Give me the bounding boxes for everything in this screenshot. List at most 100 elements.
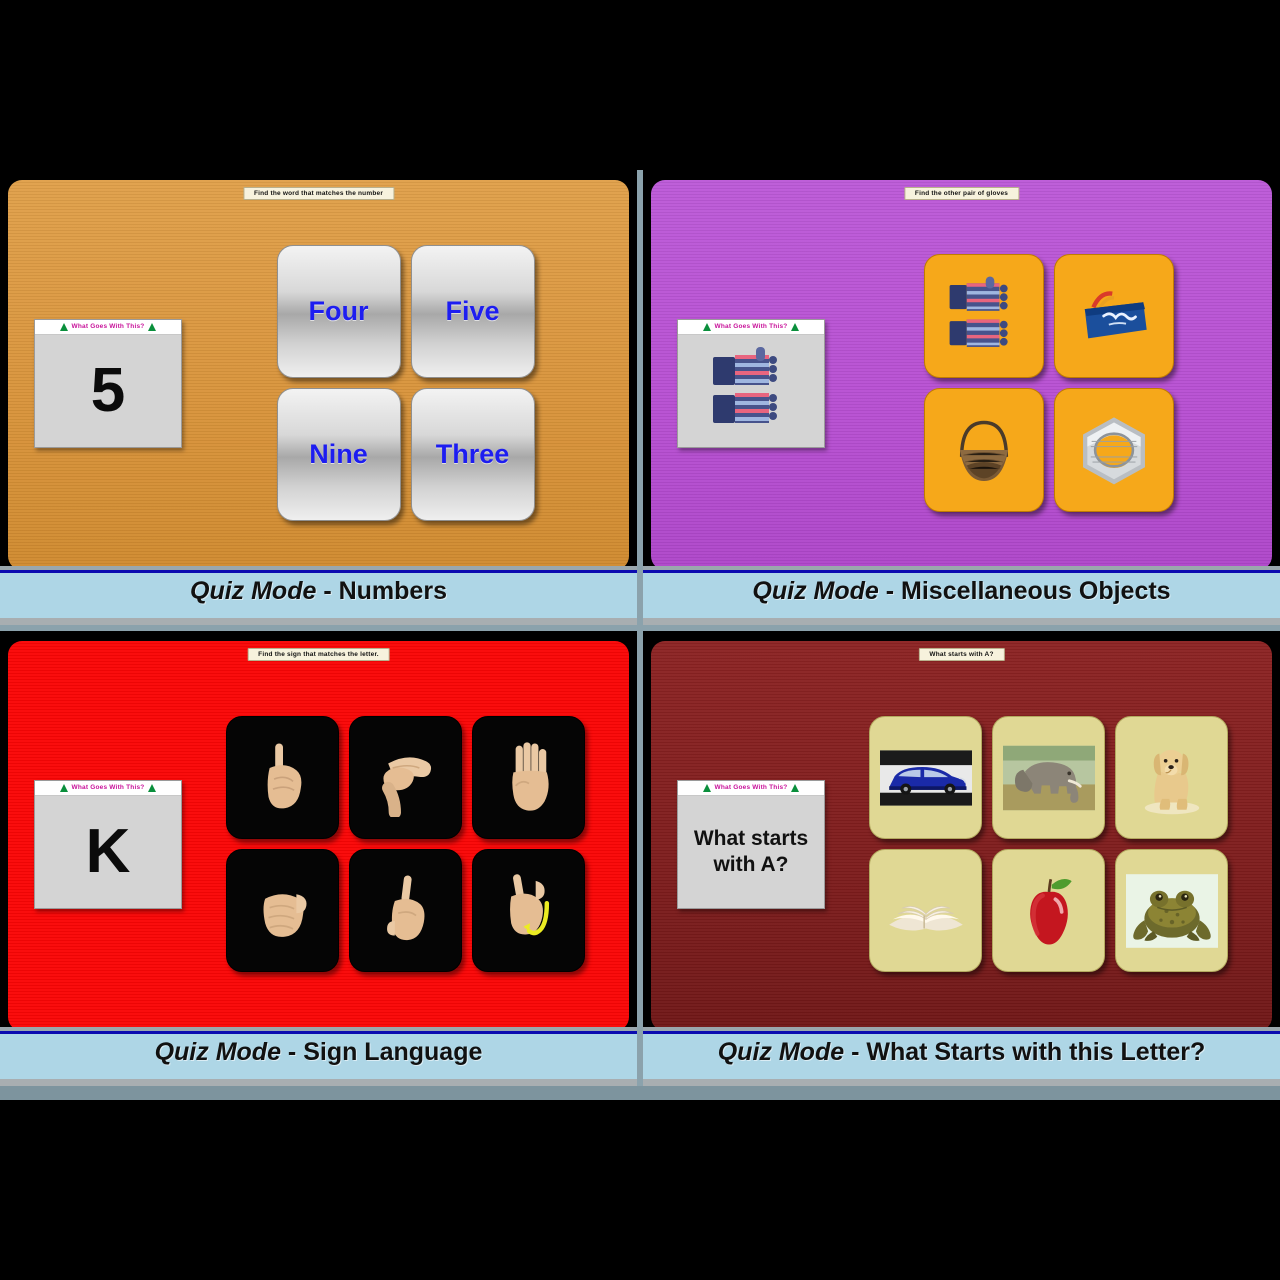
question-card-titlebar: What Goes With This? <box>35 780 181 796</box>
answer-tile[interactable] <box>923 388 1044 512</box>
toad-icon <box>1125 873 1218 948</box>
question-card-title: What Goes With This? <box>714 784 788 791</box>
caption-dash: - <box>878 577 902 605</box>
panel-numbers[interactable]: Find the word that matches the number Wh… <box>0 170 637 625</box>
answer-tile[interactable] <box>226 716 339 839</box>
question-card-starts: What Goes With This? What starts with A? <box>677 779 825 909</box>
right-arrow-icon[interactable] <box>148 322 157 331</box>
answer-tile[interactable]: Five <box>410 245 535 378</box>
answer-tile[interactable] <box>1053 388 1174 512</box>
open-book-icon <box>888 905 963 931</box>
answer-tile[interactable]: Three <box>410 388 535 521</box>
answer-tile[interactable] <box>1053 254 1174 378</box>
answer-tile[interactable] <box>923 254 1044 378</box>
panel-caption: Quiz Mode - What Starts with this Letter… <box>718 1038 1206 1067</box>
dog-icon <box>1144 749 1199 814</box>
caption-topic: Miscellaneous Objects <box>901 577 1171 605</box>
panel-caption: Quiz Mode - Numbers <box>190 577 447 606</box>
answer-label: Nine <box>309 439 368 469</box>
caption-band-numbers: Quiz Mode - Numbers <box>0 566 637 625</box>
question-text: What starts with A? <box>693 826 809 876</box>
answer-grid-sign <box>196 716 615 972</box>
panel-sign-language[interactable]: Find the sign that matches the letter. W… <box>0 631 637 1086</box>
wicker-basket-icon <box>959 420 1008 481</box>
question-letter: K <box>85 816 131 886</box>
board-numbers: Find the word that matches the number Wh… <box>8 180 629 570</box>
question-card-body: What starts with A? <box>678 796 824 908</box>
left-arrow-icon[interactable] <box>59 322 68 331</box>
right-arrow-icon[interactable] <box>791 322 800 331</box>
quiz-mode-panel-grid: Find the word that matches the number Wh… <box>0 170 1280 1100</box>
caption-mode: Quiz Mode <box>752 577 879 605</box>
striped-gloves-image <box>713 346 777 423</box>
caption-band-sign: Quiz Mode - Sign Language <box>0 1027 637 1086</box>
panel-miscellaneous-objects[interactable]: Find the other pair of gloves What Goes … <box>643 170 1280 625</box>
question-card-title: What Goes With This? <box>71 784 145 791</box>
answer-grid-starts <box>839 716 1258 972</box>
board-body-sign: What Goes With This? K <box>8 671 629 1017</box>
left-arrow-icon[interactable] <box>702 783 711 792</box>
board-miscellaneous-objects: Find the other pair of gloves What Goes … <box>651 180 1272 570</box>
question-card-titlebar: What Goes With This? <box>678 780 824 796</box>
panel-what-starts-with-letter[interactable]: What starts with A? What Goes With This?… <box>643 631 1280 1086</box>
blue-pouch-icon <box>1084 291 1147 339</box>
question-card-numbers: What Goes With This? 5 <box>34 318 182 448</box>
caption-mode: Quiz Mode <box>717 1038 845 1066</box>
question-card-body: K <box>35 796 181 908</box>
caption-band-starts: Quiz Mode - What Starts with this Letter… <box>643 1027 1280 1086</box>
caption-band-misc: Quiz Mode - Miscellaneous Objects <box>643 566 1280 625</box>
board-body-misc: What Goes With This? <box>651 210 1272 556</box>
caption-topic: Sign Language <box>303 1038 483 1066</box>
left-arrow-icon[interactable] <box>702 322 711 331</box>
asl-hand-c-icon <box>381 756 431 817</box>
prompt-text-sign: Find the sign that matches the letter. <box>247 648 390 661</box>
board-what-starts-with-letter: What starts with A? What Goes With This?… <box>651 641 1272 1031</box>
question-card-titlebar: What Goes With This? <box>678 319 824 335</box>
right-arrow-icon[interactable] <box>148 783 157 792</box>
asl-hand-a-icon <box>263 893 307 937</box>
asl-hand-j-icon <box>509 873 549 935</box>
question-number: 5 <box>90 355 126 425</box>
answer-label: Three <box>435 439 510 469</box>
caption-dash: - <box>280 1038 304 1066</box>
caption-mode: Quiz Mode <box>154 1038 281 1066</box>
answer-tile[interactable] <box>349 849 462 972</box>
answer-tile[interactable] <box>226 849 339 972</box>
left-arrow-icon[interactable] <box>59 783 68 792</box>
answer-tile[interactable] <box>472 849 585 972</box>
asl-hand-b-icon <box>511 741 549 811</box>
question-card-body <box>678 335 824 447</box>
question-card-titlebar: What Goes With This? <box>35 319 181 335</box>
screenshot-stage: Find the word that matches the number Wh… <box>0 0 1280 1280</box>
answer-tile[interactable] <box>992 716 1105 839</box>
answer-tile[interactable]: Four <box>276 245 401 378</box>
answer-tile[interactable] <box>472 716 585 839</box>
prompt-text-starts: What starts with A? <box>918 648 1005 661</box>
answer-tile[interactable]: Nine <box>276 388 401 521</box>
answer-tile[interactable] <box>992 849 1105 972</box>
right-arrow-icon[interactable] <box>791 783 800 792</box>
prompt-text-numbers: Find the word that matches the number <box>242 187 395 200</box>
caption-dash: - <box>316 577 339 605</box>
answer-grid-misc <box>839 254 1258 512</box>
caption-topic: Numbers <box>338 577 447 605</box>
question-card-misc: What Goes With This? <box>677 318 825 448</box>
answer-tile[interactable] <box>869 849 982 972</box>
panel-caption: Quiz Mode - Sign Language <box>155 1038 483 1067</box>
question-card-body: 5 <box>35 335 181 447</box>
asl-hand-d-icon <box>267 742 301 808</box>
board-sign-language: Find the sign that matches the letter. W… <box>8 641 629 1031</box>
question-card-title: What Goes With This? <box>71 323 145 330</box>
answer-tile[interactable] <box>869 716 982 839</box>
asl-hand-x-icon <box>386 874 424 940</box>
striped-gloves-icon <box>949 276 1008 347</box>
caption-mode: Quiz Mode <box>190 577 317 605</box>
prompt-text-misc: Find the other pair of gloves <box>903 187 1020 200</box>
question-card-sign: What Goes With This? K <box>34 779 182 909</box>
answer-tile[interactable] <box>1115 849 1228 972</box>
hex-nut-icon <box>1082 417 1145 485</box>
caption-topic: What Starts with this Letter? <box>866 1038 1206 1066</box>
answer-grid-numbers: Four Five Nine Three <box>196 245 615 521</box>
answer-tile[interactable] <box>1115 716 1228 839</box>
answer-tile[interactable] <box>349 716 462 839</box>
